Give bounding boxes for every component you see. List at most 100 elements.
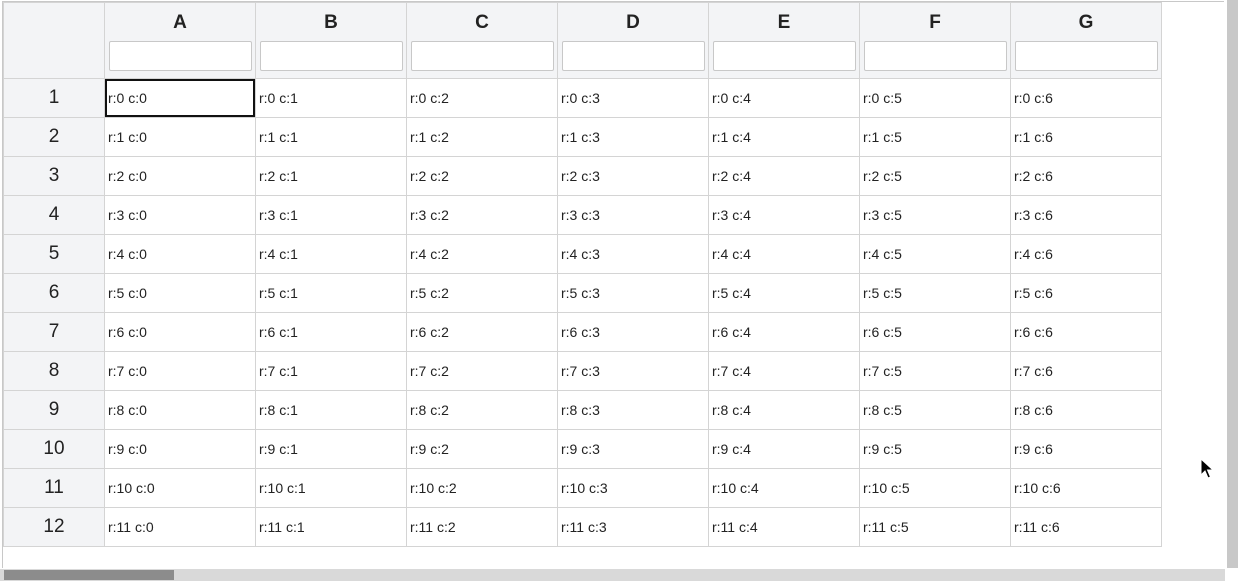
grid-cell[interactable]: r:6 c:1 [255, 312, 407, 352]
grid-cell[interactable]: r:10 c:4 [708, 468, 860, 508]
grid-cell[interactable]: r:8 c:2 [406, 390, 558, 430]
grid-cell[interactable]: r:11 c:1 [255, 507, 407, 547]
grid-cell[interactable]: r:2 c:1 [255, 156, 407, 196]
grid-cell[interactable]: r:6 c:3 [557, 312, 709, 352]
row-header[interactable]: 12 [3, 507, 105, 547]
grid-cell[interactable]: r:10 c:3 [557, 468, 709, 508]
grid-cell[interactable]: r:4 c:0 [104, 234, 256, 274]
grid-cell[interactable]: r:11 c:3 [557, 507, 709, 547]
grid-cell[interactable]: r:0 c:6 [1010, 78, 1162, 118]
grid-cell[interactable]: r:3 c:2 [406, 195, 558, 235]
grid-cell[interactable]: r:2 c:2 [406, 156, 558, 196]
grid-cell[interactable]: r:11 c:4 [708, 507, 860, 547]
column-filter-input[interactable] [1014, 41, 1158, 71]
column-header-e[interactable]: E [708, 2, 860, 79]
row-header[interactable]: 8 [3, 351, 105, 391]
grid-cell[interactable]: r:0 c:2 [406, 78, 558, 118]
row-header[interactable]: 9 [3, 390, 105, 430]
grid-cell[interactable]: r:2 c:4 [708, 156, 860, 196]
grid-cell[interactable]: r:4 c:6 [1010, 234, 1162, 274]
grid-cell[interactable]: r:5 c:4 [708, 273, 860, 313]
column-filter-input[interactable] [712, 41, 856, 71]
grid-cell[interactable]: r:5 c:5 [859, 273, 1011, 313]
grid-cell[interactable]: r:10 c:5 [859, 468, 1011, 508]
row-header[interactable]: 6 [3, 273, 105, 313]
grid-cell[interactable]: r:0 c:3 [557, 78, 709, 118]
grid-cell[interactable]: r:0 c:4 [708, 78, 860, 118]
grid-cell[interactable]: r:1 c:1 [255, 117, 407, 157]
grid-cell[interactable]: r:8 c:4 [708, 390, 860, 430]
grid-cell[interactable]: r:9 c:3 [557, 429, 709, 469]
column-header-b[interactable]: B [255, 2, 407, 79]
grid-cell[interactable]: r:2 c:6 [1010, 156, 1162, 196]
grid-cell[interactable]: r:2 c:5 [859, 156, 1011, 196]
column-header-a[interactable]: A [104, 2, 256, 79]
corner-cell[interactable] [3, 2, 105, 79]
grid-cell[interactable]: r:9 c:2 [406, 429, 558, 469]
grid-cell[interactable]: r:1 c:5 [859, 117, 1011, 157]
grid-cell[interactable]: r:10 c:1 [255, 468, 407, 508]
grid-cell[interactable]: r:6 c:0 [104, 312, 256, 352]
grid-cell[interactable]: r:8 c:5 [859, 390, 1011, 430]
grid-cell[interactable]: r:9 c:5 [859, 429, 1011, 469]
row-header[interactable]: 1 [3, 78, 105, 118]
column-filter-input[interactable] [108, 41, 252, 71]
grid-cell[interactable]: r:5 c:6 [1010, 273, 1162, 313]
grid-cell[interactable]: r:4 c:1 [255, 234, 407, 274]
grid-cell[interactable]: r:3 c:3 [557, 195, 709, 235]
column-filter-input[interactable] [561, 41, 705, 71]
row-header[interactable]: 2 [3, 117, 105, 157]
row-header[interactable]: 5 [3, 234, 105, 274]
grid-cell[interactable]: r:11 c:5 [859, 507, 1011, 547]
grid-cell[interactable]: r:7 c:5 [859, 351, 1011, 391]
grid-cell[interactable]: r:7 c:4 [708, 351, 860, 391]
grid-cell[interactable]: r:8 c:6 [1010, 390, 1162, 430]
grid-cell[interactable]: r:5 c:2 [406, 273, 558, 313]
grid-cell[interactable]: r:6 c:4 [708, 312, 860, 352]
column-filter-input[interactable] [259, 41, 403, 71]
column-header-g[interactable]: G [1010, 2, 1162, 79]
grid-cell[interactable]: r:4 c:3 [557, 234, 709, 274]
grid-cell[interactable]: r:1 c:6 [1010, 117, 1162, 157]
grid-cell[interactable]: r:9 c:6 [1010, 429, 1162, 469]
horizontal-scrollbar-track[interactable] [0, 569, 1225, 581]
grid-cell[interactable]: r:0 c:5 [859, 78, 1011, 118]
grid-cell[interactable]: r:7 c:1 [255, 351, 407, 391]
grid-cell[interactable]: r:5 c:3 [557, 273, 709, 313]
grid-cell[interactable]: r:10 c:6 [1010, 468, 1162, 508]
grid-cell[interactable]: r:7 c:2 [406, 351, 558, 391]
grid-cell[interactable]: r:1 c:2 [406, 117, 558, 157]
column-header-f[interactable]: F [859, 2, 1011, 79]
grid-cell[interactable]: r:1 c:3 [557, 117, 709, 157]
grid-cell[interactable]: r:11 c:2 [406, 507, 558, 547]
column-header-d[interactable]: D [557, 2, 709, 79]
grid-cell[interactable]: r:9 c:1 [255, 429, 407, 469]
grid-cell[interactable]: r:8 c:0 [104, 390, 256, 430]
grid-cell[interactable]: r:2 c:0 [104, 156, 256, 196]
row-header[interactable]: 3 [3, 156, 105, 196]
grid-cell[interactable]: r:5 c:0 [104, 273, 256, 313]
grid-cell[interactable]: r:7 c:0 [104, 351, 256, 391]
horizontal-scrollbar-thumb[interactable] [4, 570, 174, 580]
grid-cell[interactable]: r:3 c:4 [708, 195, 860, 235]
grid-cell[interactable]: r:8 c:3 [557, 390, 709, 430]
row-header[interactable]: 4 [3, 195, 105, 235]
grid-cell[interactable]: r:8 c:1 [255, 390, 407, 430]
grid-cell[interactable]: r:3 c:6 [1010, 195, 1162, 235]
grid-cell[interactable]: r:0 c:0 [104, 78, 256, 118]
grid-cell[interactable]: r:1 c:4 [708, 117, 860, 157]
grid-cell[interactable]: r:3 c:5 [859, 195, 1011, 235]
grid-cell[interactable]: r:11 c:0 [104, 507, 256, 547]
row-header[interactable]: 7 [3, 312, 105, 352]
grid-cell[interactable]: r:6 c:6 [1010, 312, 1162, 352]
row-header[interactable]: 11 [3, 468, 105, 508]
grid-cell[interactable]: r:2 c:3 [557, 156, 709, 196]
grid-cell[interactable]: r:3 c:1 [255, 195, 407, 235]
grid-cell[interactable]: r:5 c:1 [255, 273, 407, 313]
grid-cell[interactable]: r:7 c:6 [1010, 351, 1162, 391]
column-header-c[interactable]: C [406, 2, 558, 79]
grid-cell[interactable]: r:4 c:5 [859, 234, 1011, 274]
row-header[interactable]: 10 [3, 429, 105, 469]
grid-cell[interactable]: r:4 c:4 [708, 234, 860, 274]
grid-cell[interactable]: r:1 c:0 [104, 117, 256, 157]
